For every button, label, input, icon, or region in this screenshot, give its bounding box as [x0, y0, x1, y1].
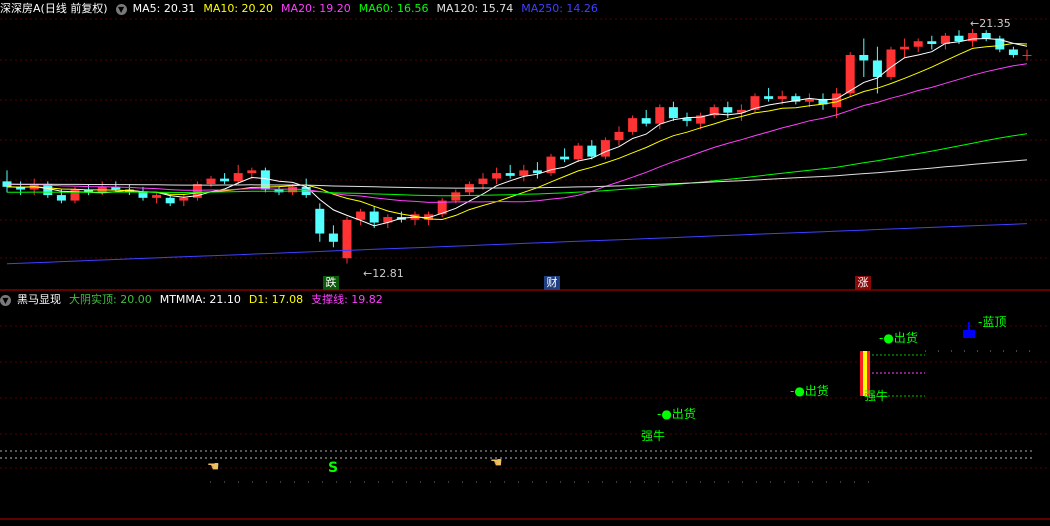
ma10-label: MA10: 20.20 — [203, 2, 274, 15]
candle-body — [777, 96, 787, 99]
candle-body — [587, 145, 597, 157]
candle-body — [233, 173, 243, 182]
high-value: 21.35 — [979, 17, 1011, 30]
signal-chuhuo-3: -●出货 — [879, 331, 918, 345]
candle-body — [600, 140, 610, 157]
ma250-label: MA250: 14.26 — [521, 2, 598, 15]
candle-body — [451, 192, 461, 201]
signal-chuhuo-1: -●出货 — [657, 407, 696, 421]
candle-body — [342, 219, 352, 259]
candle-body — [954, 35, 964, 42]
candle-body — [872, 60, 882, 77]
candle-body — [369, 211, 379, 223]
hand-cursor-icon: ☚ — [207, 459, 220, 475]
candle-body — [247, 170, 257, 174]
signal-qiangniu-2: 强牛 — [864, 389, 889, 403]
low-value: 12.81 — [372, 267, 404, 280]
signal-landing: -蓝顶 — [978, 315, 1007, 329]
candle-body — [492, 173, 502, 179]
candle-body — [328, 233, 338, 242]
candle-body — [478, 178, 488, 185]
candle-body — [573, 145, 583, 160]
candle-body — [723, 107, 733, 113]
candle-body — [505, 173, 515, 176]
candle-body — [913, 41, 923, 47]
dayinshiding-label: 大阴实顶: 20.00 — [69, 293, 152, 306]
ma20-label: MA20: 19.20 — [281, 2, 351, 15]
candle-body — [560, 156, 570, 160]
high-price-label: ←21.35 — [970, 17, 1011, 30]
candle-body — [900, 46, 910, 50]
support-line-label: 支撑线: 19.82 — [311, 293, 383, 306]
d1-label: D1: 17.08 — [248, 293, 304, 306]
chevron-down-icon[interactable]: ▼ — [115, 3, 127, 15]
candle-body — [614, 131, 624, 141]
candle-body — [764, 96, 774, 99]
chart-canvas[interactable] — [0, 0, 1050, 522]
main-header: 深深房A(日线 前复权) ▼ MA5: 20.31 MA10: 20.20 MA… — [0, 0, 606, 18]
candle-body — [886, 49, 896, 77]
blue-top-icon — [963, 330, 975, 338]
low-price-label: ←12.81 — [363, 267, 404, 280]
candle-body — [859, 54, 869, 61]
marker-die[interactable]: 跌 — [323, 276, 339, 290]
ma120-label: MA120: 15.74 — [436, 2, 514, 15]
ma120-line — [6, 159, 1028, 189]
candle-body — [138, 192, 148, 198]
candle-body — [206, 178, 216, 185]
candle-body — [981, 32, 991, 39]
candle-body — [655, 107, 665, 124]
candle-body — [1008, 49, 1018, 55]
candle-body — [628, 118, 638, 132]
marker-zhang[interactable]: 涨 — [855, 276, 871, 290]
signal-chuhuo-2: -●出货 — [790, 384, 829, 398]
ma5-label: MA5: 20.31 — [132, 2, 196, 15]
mtmma-label: MTMMA: 21.10 — [159, 293, 241, 306]
sub-header: ▼ 黑马显现 大阴实顶: 20.00 MTMMA: 21.10 D1: 17.0… — [0, 291, 391, 309]
signal-qiangniu-1: 强牛 — [641, 429, 666, 443]
chart-stage[interactable]: 深深房A(日线 前复权) ▼ MA5: 20.31 MA10: 20.20 MA… — [0, 0, 1050, 522]
candle-body — [179, 197, 189, 201]
candle-body — [845, 54, 855, 94]
signal-landing-text: 蓝顶 — [982, 315, 1007, 329]
sub-title: 黑马显现 — [17, 293, 61, 306]
marker-cai[interactable]: 财 — [544, 276, 560, 290]
ma20-line — [6, 63, 1028, 203]
candle-body — [641, 118, 651, 124]
candle-body — [668, 107, 678, 119]
candle-body — [152, 195, 162, 198]
main-title: 深深房A(日线 前复权) — [0, 2, 108, 15]
ma60-label: MA60: 16.56 — [358, 2, 429, 15]
ma60-line — [7, 133, 1028, 197]
candle-body — [927, 41, 937, 44]
candle-body — [356, 211, 366, 220]
candle-body — [165, 197, 175, 204]
hand-cursor-icon: ☚ — [490, 455, 503, 471]
candle-body — [220, 178, 230, 182]
candle-body — [56, 195, 66, 201]
candle-body — [315, 208, 325, 234]
candle-body — [1022, 54, 1032, 56]
candle-body — [519, 170, 529, 176]
signal-s: S — [328, 460, 339, 476]
chevron-down-icon[interactable]: ▼ — [0, 294, 11, 306]
